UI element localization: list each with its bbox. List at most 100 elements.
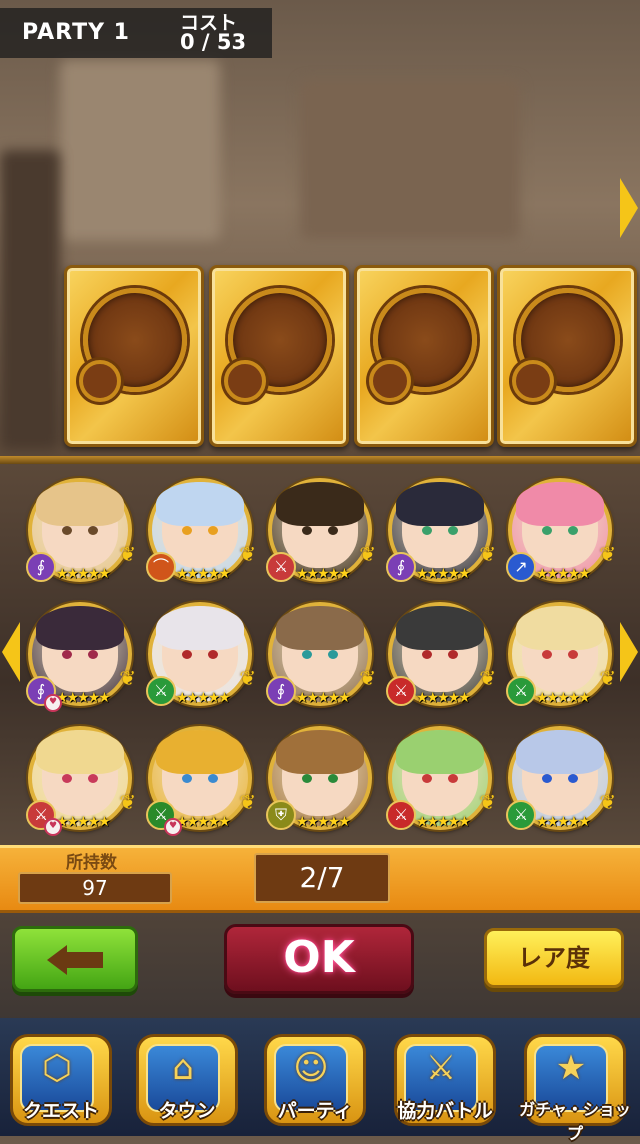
character-eye [88, 774, 98, 783]
character-eye [542, 526, 552, 535]
rarity-stars: ★★★★★ [56, 566, 111, 582]
character-card[interactable]: ∮ ★★★★★ ❦ [26, 478, 136, 582]
character-hair [156, 730, 244, 774]
background-window [60, 60, 220, 240]
character-eye [88, 650, 98, 659]
character-eye [448, 526, 458, 535]
back-arrow-shaft [65, 952, 103, 968]
character-eye [542, 650, 552, 659]
character-eye [208, 526, 218, 535]
rarity-stars: ★★★★★ [416, 814, 471, 830]
back-arrow-icon [47, 945, 67, 975]
slot-sub-ring-icon [369, 360, 411, 402]
character-eye [62, 526, 72, 535]
nav-quest[interactable]: ⬡ クエスト [4, 1034, 118, 1136]
nav-gacha-shop[interactable]: ★ ガチャ・ショップ [518, 1034, 632, 1143]
wing-badge-icon: ❦ [239, 666, 256, 690]
character-card[interactable]: ∮ ★★★★★ ❦ ♥ [26, 602, 136, 712]
rarity-stars: ★★★★★ [536, 690, 591, 706]
character-card[interactable]: ⚔ ★★★★★ ❦ [506, 602, 616, 706]
character-hair [396, 730, 484, 774]
cost-value: 0 / 53 [180, 30, 247, 54]
character-eye [448, 650, 458, 659]
character-card[interactable]: ∮ ★★★★★ ❦ [386, 478, 496, 582]
character-eye [568, 650, 578, 659]
character-card[interactable]: ↗ ★★★★★ ❦ [506, 478, 616, 582]
wing-badge-icon: ❦ [599, 790, 616, 814]
character-hair [156, 606, 244, 650]
character-eye [182, 774, 192, 783]
favorite-lock-icon: ♥ [164, 818, 182, 836]
character-eye [62, 650, 72, 659]
character-card[interactable]: ⛨ ★★★★★ [266, 726, 372, 830]
rarity-stars: ★★★★★ [296, 814, 351, 830]
background-shelf [300, 80, 520, 240]
nav-town[interactable]: ⌂ タウン [130, 1034, 244, 1136]
ok-button[interactable]: OK [224, 924, 414, 994]
coop-battle-icon: ⚔ [425, 1048, 457, 1088]
spear-icon: ↗ [506, 552, 536, 582]
sword-icon: ⚔ [266, 552, 296, 582]
bow-icon: ⌒ [146, 552, 176, 582]
character-eye [542, 774, 552, 783]
character-card[interactable]: ⚔ ★★★★★ ❦ [146, 602, 256, 706]
back-button[interactable] [12, 926, 138, 992]
sword-icon: ⚔ [506, 676, 536, 706]
nav-label: パーティ [277, 1100, 353, 1122]
character-card[interactable]: ∮ ★★★★★ ❦ [266, 602, 376, 706]
owned-label: 所持数 [66, 853, 117, 873]
staff-icon: ∮ [26, 552, 56, 582]
character-eye [328, 650, 338, 659]
rarity-stars: ★★★★★ [176, 566, 231, 582]
party-slot-4[interactable] [497, 265, 637, 447]
character-hair [36, 730, 124, 774]
wing-badge-icon: ❦ [599, 666, 616, 690]
shield-icon: ⛨ [266, 800, 296, 830]
wing-badge-icon: ❦ [119, 542, 136, 566]
town-icon: ⌂ [172, 1048, 194, 1088]
character-card[interactable]: ⚔ ★★★★★ ❦ ♥ [146, 726, 256, 836]
nav-coop-battle[interactable]: ⚔ 協力バトル [388, 1034, 502, 1136]
character-card[interactable]: ⌒ ★★★★★ ❦ [146, 478, 256, 582]
party-slot-2[interactable] [209, 265, 349, 447]
wing-badge-icon: ❦ [239, 790, 256, 814]
character-hair [516, 482, 604, 526]
character-hair [516, 730, 604, 774]
character-eye [208, 650, 218, 659]
wing-badge-icon: ❦ [119, 790, 136, 814]
rarity-stars: ★★★★★ [56, 690, 111, 706]
nav-party[interactable]: ☺ パーティ [258, 1034, 372, 1136]
character-hair [516, 606, 604, 650]
character-eye [422, 774, 432, 783]
next-party-arrow-icon[interactable] [620, 178, 638, 238]
character-card[interactable]: ⚔ ★★★★★ ❦ ♥ [26, 726, 136, 836]
wing-badge-icon: ❦ [479, 542, 496, 566]
character-card[interactable]: ⚔ ★★★★★ ❦ [506, 726, 616, 830]
nav-label: ガチャ・ショップ [519, 1100, 631, 1143]
next-page-arrow-icon[interactable] [620, 622, 638, 682]
wing-badge-icon: ❦ [239, 542, 256, 566]
character-eye [328, 526, 338, 535]
sword-icon: ⚔ [386, 676, 416, 706]
party-slot-1[interactable] [64, 265, 204, 447]
character-eye [302, 526, 312, 535]
prev-page-arrow-icon[interactable] [2, 622, 20, 682]
character-hair [396, 606, 484, 650]
party-slot-3[interactable] [354, 265, 494, 447]
owned-count: 97 [18, 872, 172, 904]
character-eye [422, 526, 432, 535]
nav-label: クエスト [22, 1100, 99, 1122]
character-eye [302, 650, 312, 659]
rarity-stars: ★★★★★ [176, 814, 231, 830]
character-eye [568, 774, 578, 783]
character-card[interactable]: ⚔ ★★★★★ ❦ [266, 478, 376, 582]
rarity-stars: ★★★★★ [536, 814, 591, 830]
character-card[interactable]: ⚔ ★★★★★ ❦ [386, 726, 496, 830]
wing-badge-icon: ❦ [599, 542, 616, 566]
character-hair [36, 482, 124, 526]
character-card[interactable]: ⚔ ★★★★★ ❦ [386, 602, 496, 706]
rarity-sort-button[interactable]: レア度 [484, 928, 624, 988]
character-eye [422, 650, 432, 659]
character-eye [302, 774, 312, 783]
character-eye [182, 526, 192, 535]
